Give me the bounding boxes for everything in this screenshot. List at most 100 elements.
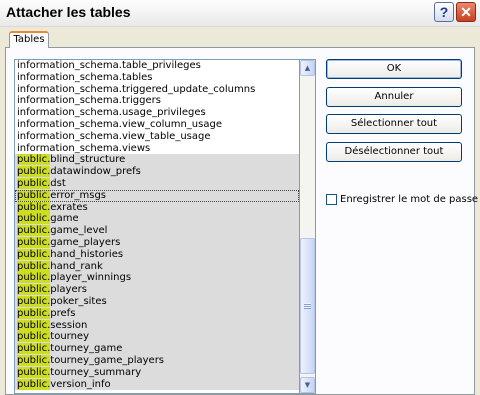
table-schema-prefix: public.	[17, 166, 51, 178]
table-schema-prefix: public.	[17, 366, 51, 378]
scroll-down-button[interactable]: ▼	[300, 377, 315, 393]
table-schema-prefix: public.	[17, 319, 51, 331]
table-list-item[interactable]: information_schema.view_column_usage	[15, 119, 299, 131]
table-name: version_info	[50, 378, 111, 390]
table-name: dst	[50, 177, 66, 189]
close-button[interactable]: ✕	[456, 2, 476, 22]
table-name: error_msgs	[50, 189, 106, 201]
table-list-item[interactable]: public.dst	[15, 177, 299, 190]
table-list-item[interactable]: public.prefs	[15, 307, 299, 320]
table-list-item[interactable]: public.players	[15, 284, 299, 296]
scroll-up-button[interactable]: ▲	[300, 60, 315, 76]
table-list-item[interactable]: public.game_level	[15, 225, 299, 237]
table-schema-prefix: information_schema.	[17, 107, 122, 119]
table-name: view_column_usage	[121, 118, 222, 130]
tables-listbox[interactable]: information_schema.table_privileges infor…	[14, 59, 300, 394]
table-schema-prefix: public.	[17, 213, 51, 225]
table-name: player_winnings	[50, 272, 132, 284]
table-list-item[interactable]: public.hand_rank	[15, 260, 299, 273]
tab-label: Tables	[13, 34, 45, 45]
table-list-item[interactable]: public.tourney_game	[15, 343, 299, 355]
table-schema-prefix: public.	[17, 177, 51, 189]
table-list-item[interactable]: public.version_info	[15, 378, 299, 391]
table-name: tourney	[50, 331, 90, 343]
save-password-checkbox[interactable]	[326, 193, 337, 205]
arrow-up-icon: ▲	[304, 64, 311, 72]
table-name: game	[50, 213, 79, 225]
table-schema-prefix: public.	[17, 272, 51, 284]
table-name: datawindow_prefs	[50, 166, 141, 178]
table-name: poker_sites	[50, 295, 107, 307]
table-schema-prefix: public.	[17, 236, 51, 248]
table-name: table_privileges	[121, 60, 201, 71]
table-list-item[interactable]: public.blind_structure	[15, 154, 299, 167]
help-icon: ?	[439, 4, 449, 20]
table-schema-prefix: public.	[17, 307, 51, 319]
cancel-button[interactable]: Annuler	[326, 87, 462, 107]
table-list-item[interactable]: information_schema.triggers	[15, 95, 299, 107]
table-name: hand_histories	[50, 248, 124, 260]
ok-button[interactable]: OK	[326, 59, 462, 79]
table-list-item[interactable]: public.tourney_summary	[15, 366, 299, 379]
table-name: triggers	[121, 95, 161, 107]
table-name: exrates	[50, 201, 88, 213]
table-list-item[interactable]: public.exrates	[15, 201, 299, 214]
table-schema-prefix: public.	[17, 189, 51, 201]
table-name: session	[50, 319, 88, 331]
table-list-item[interactable]: public.game_players	[15, 236, 299, 249]
table-schema-prefix: public.	[17, 225, 51, 237]
table-list-item[interactable]: public.hand_histories	[15, 248, 299, 261]
table-name: view_table_usage	[121, 130, 211, 142]
table-list-item[interactable]: information_schema.view_table_usage	[15, 131, 299, 143]
close-icon: ✕	[460, 3, 472, 20]
table-schema-prefix: public.	[17, 354, 51, 366]
table-name: tourney_game_players	[50, 354, 165, 366]
table-list-item[interactable]: public.datawindow_prefs	[15, 166, 299, 178]
table-list-item[interactable]: public.game	[15, 213, 299, 226]
list-scrollbar[interactable]: ▲ ▼	[300, 59, 316, 394]
table-name: tourney_summary	[50, 366, 142, 378]
table-schema-prefix: public.	[17, 331, 51, 343]
save-password-label: Enregistrer le mot de passe	[340, 193, 479, 205]
deselect-all-button[interactable]: Désélectionner tout	[326, 142, 462, 162]
table-schema-prefix: information_schema.	[17, 118, 122, 130]
table-list-item[interactable]: information_schema.table_privileges	[15, 60, 299, 72]
help-button[interactable]: ?	[434, 2, 454, 22]
table-list-item[interactable]: information_schema.usage_privileges	[15, 107, 299, 119]
grip-icon	[304, 303, 311, 309]
scroll-thumb[interactable]	[300, 238, 315, 374]
title-bar[interactable]: Attacher les tables ? ✕	[0, 0, 480, 27]
table-list-item[interactable]: public.poker_sites	[15, 295, 299, 308]
table-name: prefs	[50, 307, 76, 319]
table-schema-prefix: public.	[17, 248, 51, 260]
table-name: usage_privileges	[121, 107, 206, 119]
tab-tables[interactable]: Tables	[9, 31, 49, 48]
table-list-item[interactable]: public.tourney_game_players	[15, 354, 299, 367]
table-list-item[interactable]: public.player_winnings	[15, 272, 299, 285]
table-schema-prefix: public.	[17, 260, 51, 272]
table-schema-prefix: public.	[17, 201, 51, 213]
table-schema-prefix: public.	[17, 154, 51, 166]
table-list-item[interactable]: public.error_msgs	[15, 189, 299, 202]
table-name: views	[121, 142, 151, 154]
table-list-item[interactable]: public.session	[15, 319, 299, 332]
table-list-item[interactable]: information_schema.views	[15, 143, 299, 155]
table-list-item[interactable]: information_schema.tables	[15, 72, 299, 84]
table-name: triggered_update_columns	[121, 83, 256, 95]
save-password-option[interactable]: Enregistrer le mot de passe	[326, 192, 478, 206]
table-schema-prefix: information_schema.	[17, 95, 122, 107]
table-name: tourney_game	[50, 343, 123, 355]
table-name: blind_structure	[50, 154, 126, 166]
table-schema-prefix: information_schema.	[17, 142, 122, 154]
window-title: Attacher les tables	[6, 4, 131, 20]
table-name: tables	[121, 71, 153, 83]
table-name: game_level	[50, 225, 108, 237]
table-schema-prefix: information_schema.	[17, 83, 122, 95]
table-schema-prefix: information_schema.	[17, 130, 122, 142]
table-name: hand_rank	[50, 260, 103, 272]
table-list-item[interactable]: information_schema.triggered_update_colu…	[15, 84, 299, 96]
select-all-button[interactable]: Sélectionner tout	[326, 114, 462, 134]
table-schema-prefix: information_schema.	[17, 71, 122, 83]
table-list-item[interactable]: public.tourney	[15, 331, 299, 344]
table-schema-prefix: public.	[17, 343, 51, 355]
